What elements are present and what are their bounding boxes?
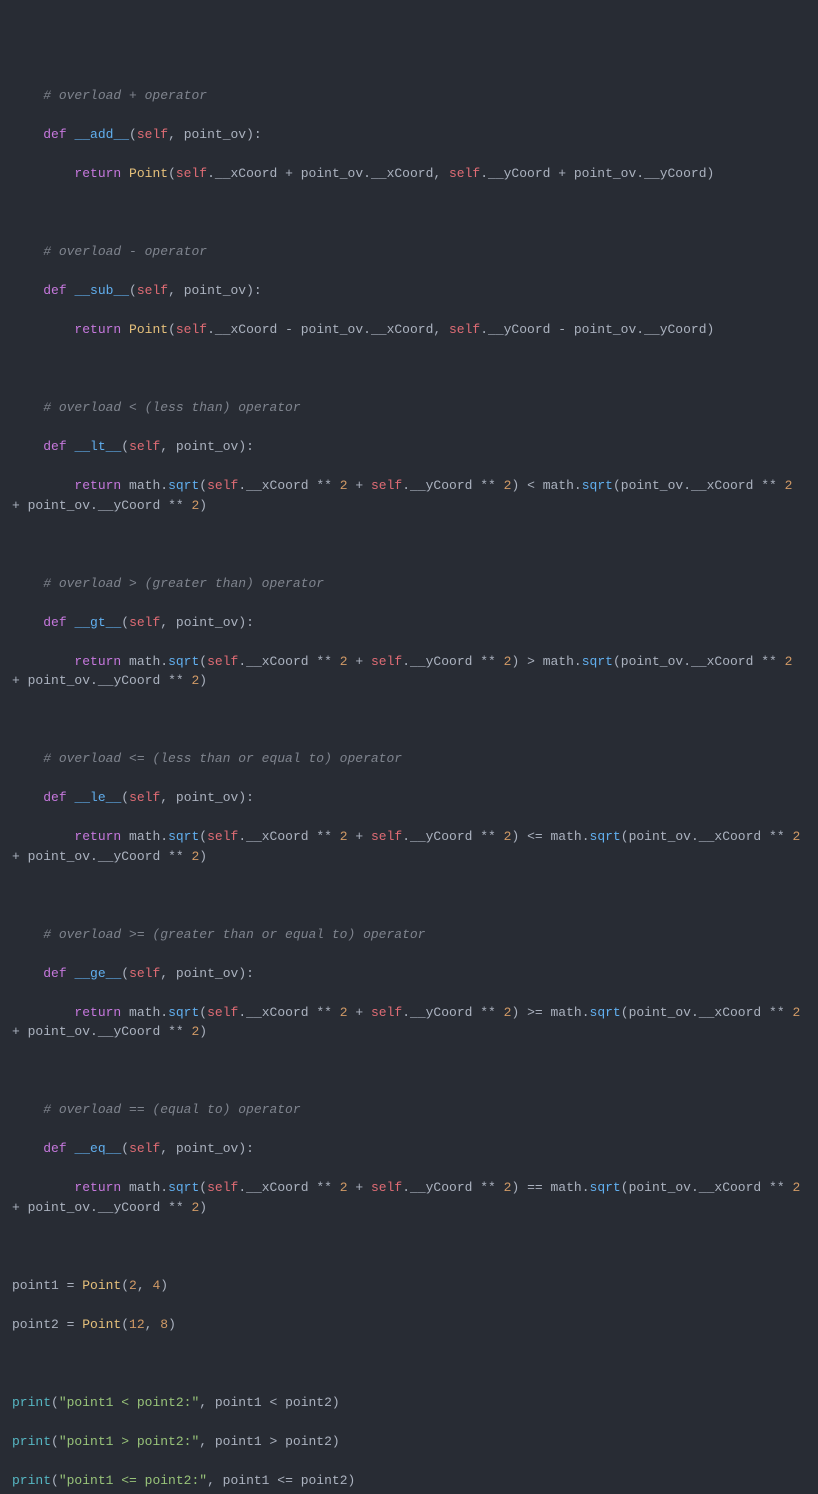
blank-line (12, 203, 806, 223)
method-name: __lt__ (74, 439, 121, 454)
comment: # overload < (less than) operator (43, 400, 300, 415)
code-line: # overload <= (less than or equal to) op… (12, 749, 806, 769)
code-line: return Point(self.__xCoord - point_ov.__… (12, 320, 806, 340)
keyword-return: return (74, 166, 121, 181)
code-line: print("point1 < point2:", point1 < point… (12, 1393, 806, 1413)
string-literal: "point1 > point2:" (59, 1434, 199, 1449)
string-literal: "point1 < point2:" (59, 1395, 199, 1410)
code-line: point2 = Point(12, 8) (12, 1315, 806, 1335)
method-name: __gt__ (74, 615, 121, 630)
code-line: # overload == (equal to) operator (12, 1100, 806, 1120)
class-name: Point (129, 166, 168, 181)
method-name: __ge__ (74, 966, 121, 981)
code-line: def __le__(self, point_ov): (12, 788, 806, 808)
code-line: def __eq__(self, point_ov): (12, 1139, 806, 1159)
comment: # overload > (greater than) operator (43, 576, 324, 591)
method-name: __add__ (74, 127, 129, 142)
code-line: return math.sqrt(self.__xCoord ** 2 + se… (12, 476, 806, 515)
code-line: # overload < (less than) operator (12, 398, 806, 418)
code-line: # overload > (greater than) operator (12, 574, 806, 594)
code-line: print("point1 > point2:", point1 > point… (12, 1432, 806, 1452)
code-line: def __lt__(self, point_ov): (12, 437, 806, 457)
code-line: return math.sqrt(self.__xCoord ** 2 + se… (12, 652, 806, 691)
blank-line (12, 359, 806, 379)
code-editor[interactable]: # overload + operator def __add__(self, … (12, 86, 806, 1494)
code-line: return Point(self.__xCoord + point_ov.__… (12, 164, 806, 184)
method-name: __le__ (74, 790, 121, 805)
code-line: point1 = Point(2, 4) (12, 1276, 806, 1296)
comment: # overload == (equal to) operator (43, 1102, 300, 1117)
code-line: # overload >= (greater than or equal to)… (12, 925, 806, 945)
var-point2: point2 (12, 1317, 59, 1332)
code-line: return math.sqrt(self.__xCoord ** 2 + se… (12, 1178, 806, 1217)
code-line: def __ge__(self, point_ov): (12, 964, 806, 984)
code-line: def __gt__(self, point_ov): (12, 613, 806, 633)
method-name: __eq__ (74, 1141, 121, 1156)
code-line: def __add__(self, point_ov): (12, 125, 806, 145)
comment: # overload + operator (43, 88, 207, 103)
var-point1: point1 (12, 1278, 59, 1293)
blank-line (12, 535, 806, 555)
builtin-print: print (12, 1395, 51, 1410)
code-line: # overload + operator (12, 86, 806, 106)
code-line: # overload - operator (12, 242, 806, 262)
code-line: return math.sqrt(self.__xCoord ** 2 + se… (12, 827, 806, 866)
method-name: __sub__ (74, 283, 129, 298)
blank-line (12, 886, 806, 906)
self-token: self (137, 127, 168, 142)
code-line: return math.sqrt(self.__xCoord ** 2 + se… (12, 1003, 806, 1042)
blank-line (12, 1237, 806, 1257)
comment: # overload - operator (43, 244, 207, 259)
blank-line (12, 1354, 806, 1374)
blank-line (12, 1061, 806, 1081)
string-literal: "point1 <= point2:" (59, 1473, 207, 1488)
code-line: print("point1 <= point2:", point1 <= poi… (12, 1471, 806, 1491)
code-line: def __sub__(self, point_ov): (12, 281, 806, 301)
comment: # overload >= (greater than or equal to)… (43, 927, 425, 942)
comment: # overload <= (less than or equal to) op… (43, 751, 402, 766)
blank-line (12, 710, 806, 730)
keyword-def: def (43, 127, 66, 142)
param: point_ov (184, 127, 246, 142)
